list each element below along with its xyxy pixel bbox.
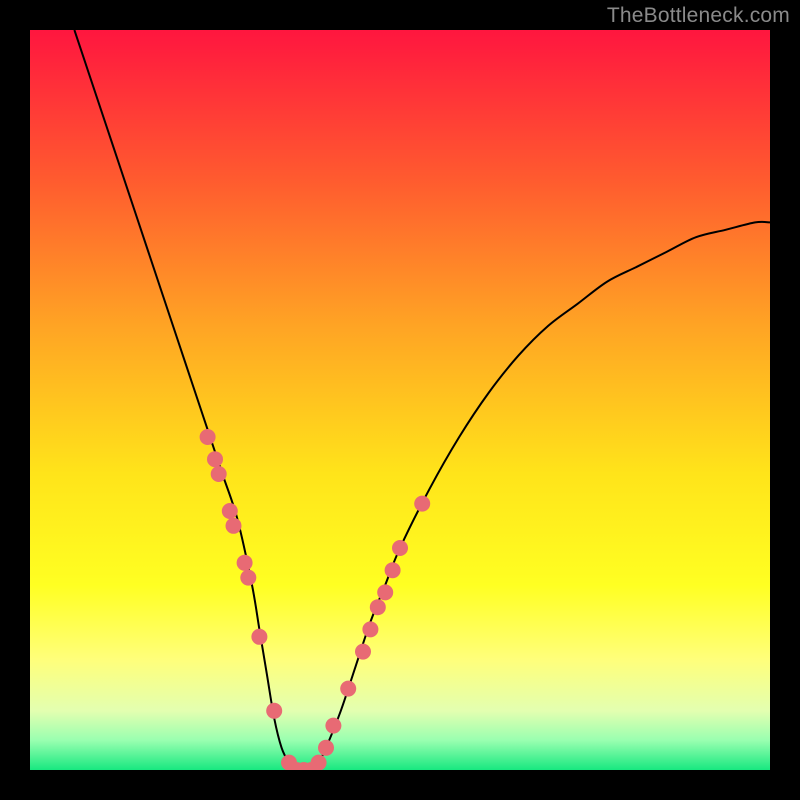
data-dot: [385, 562, 401, 578]
data-dot: [318, 740, 334, 756]
data-dot: [226, 518, 242, 534]
data-dot: [237, 555, 253, 571]
gradient-background: [30, 30, 770, 770]
data-dot: [392, 540, 408, 556]
data-dot: [340, 681, 356, 697]
data-dot: [222, 503, 238, 519]
data-dot: [414, 496, 430, 512]
data-dot: [325, 718, 341, 734]
data-dot: [200, 429, 216, 445]
watermark-text: TheBottleneck.com: [607, 4, 790, 28]
data-dot: [355, 644, 371, 660]
data-dot: [377, 584, 393, 600]
data-dot: [207, 451, 223, 467]
data-dot: [251, 629, 267, 645]
data-dot: [370, 599, 386, 615]
data-dot: [240, 570, 256, 586]
bottleneck-chart: [30, 30, 770, 770]
data-dot: [266, 703, 282, 719]
data-dot: [311, 755, 327, 770]
chart-frame: TheBottleneck.com: [0, 0, 800, 800]
data-dot: [211, 466, 227, 482]
data-dot: [362, 621, 378, 637]
